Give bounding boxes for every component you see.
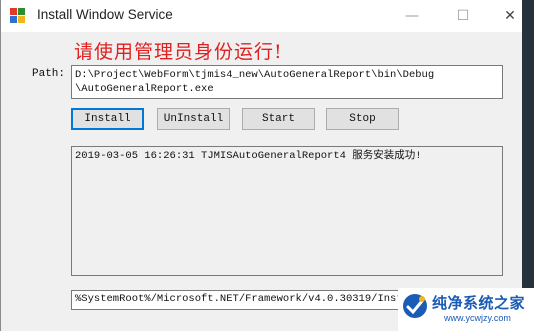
- install-button[interactable]: Install: [71, 108, 144, 130]
- admin-warning-text: 请使用管理员身份运行!: [74, 41, 283, 63]
- watermark-url: www.ycwjzy.com: [444, 313, 511, 323]
- path-label: Path:: [32, 68, 66, 80]
- site-watermark: 纯净系统之家 www.ycwjzy.com: [398, 288, 534, 331]
- start-button[interactable]: Start: [242, 108, 315, 130]
- log-output[interactable]: 2019-03-05 16:26:31 TJMISAutoGeneralRepo…: [71, 146, 503, 276]
- path-field[interactable]: D:\Project\WebForm\tjmis4_new\AutoGenera…: [71, 65, 503, 99]
- watermark-title: 纯净系统之家: [432, 294, 526, 312]
- maximize-button[interactable]: ☐: [448, 4, 478, 28]
- uninstall-button[interactable]: UnInstall: [157, 108, 230, 130]
- stop-button[interactable]: Stop: [326, 108, 399, 130]
- minimize-button[interactable]: —: [397, 4, 427, 28]
- app-icon: [10, 8, 25, 23]
- app-window: Install Window Service — ☐ ✕ 请使用管理员身份运行!…: [0, 0, 534, 331]
- window-title: Install Window Service: [37, 7, 173, 22]
- title-bar[interactable]: Install Window Service — ☐ ✕: [1, 0, 523, 32]
- watermark-logo-icon: [403, 294, 427, 318]
- desktop-background: [522, 0, 534, 331]
- close-button[interactable]: ✕: [495, 4, 525, 28]
